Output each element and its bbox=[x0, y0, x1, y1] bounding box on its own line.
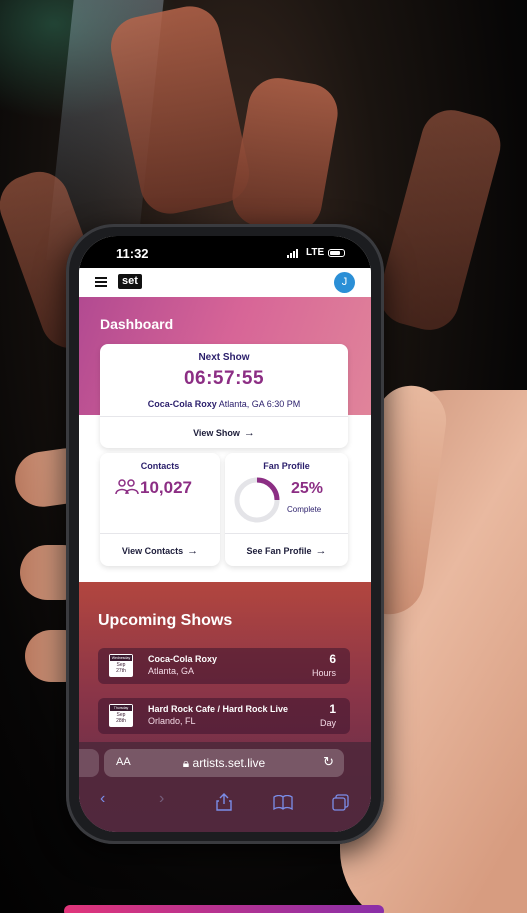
url-text: 🔒︎ artists.set.live bbox=[104, 756, 344, 771]
calendar-weekday: Wednesday bbox=[110, 655, 132, 661]
phone-screen: 11:32 LTE set J Dashboard Next Show 06:5… bbox=[79, 236, 371, 832]
address-bar[interactable]: AA 🔒︎ artists.set.live ↻ bbox=[104, 749, 344, 777]
status-time: 11:32 bbox=[116, 246, 149, 261]
calendar-date: Sep 28th bbox=[110, 712, 132, 724]
tabs-icon[interactable] bbox=[332, 794, 349, 811]
status-bar: 11:32 LTE bbox=[79, 236, 371, 268]
lock-icon: 🔒︎ bbox=[182, 756, 193, 770]
contacts-card: Contacts 10,027 View Contacts → bbox=[100, 453, 220, 566]
show-venue: Coca-Cola Roxy bbox=[148, 654, 218, 664]
divider bbox=[225, 533, 348, 534]
view-show-button[interactable]: View Show → bbox=[100, 427, 348, 439]
people-icon bbox=[115, 479, 139, 495]
avatar[interactable]: J bbox=[334, 272, 355, 293]
fan-profile-percent: 25% bbox=[291, 480, 324, 497]
calendar-date: Sep 27th bbox=[110, 662, 132, 674]
divider bbox=[100, 533, 220, 534]
show-city: Atlanta, GA bbox=[148, 666, 195, 676]
app-header: set J bbox=[79, 268, 371, 297]
next-show-card: Next Show 06:57:55 Coca-Cola Roxy Atlant… bbox=[100, 344, 348, 448]
bottom-accent-bar bbox=[64, 905, 384, 913]
show-countdown-unit: Hours bbox=[311, 668, 336, 678]
show-venue: Hard Rock Cafe / Hard Rock Live bbox=[148, 704, 289, 714]
divider bbox=[100, 416, 348, 417]
crowd-hand bbox=[372, 103, 508, 337]
fan-profile-status: Complete bbox=[287, 505, 322, 514]
battery-icon bbox=[328, 249, 345, 257]
view-show-label: View Show bbox=[193, 428, 240, 438]
reload-icon[interactable]: ↻ bbox=[323, 754, 334, 770]
show-countdown-value: 6 bbox=[329, 652, 336, 666]
share-icon[interactable] bbox=[216, 793, 232, 811]
show-countdown-value: 1 bbox=[329, 702, 336, 716]
next-show-venue: Coca-Cola Roxy bbox=[147, 399, 217, 409]
fan-profile-card: Fan Profile 25% Complete See Fan Profile… bbox=[225, 453, 348, 566]
show-countdown-unit: Day bbox=[319, 718, 336, 728]
next-show-label: Next Show bbox=[198, 352, 250, 363]
fan-profile-label: Fan Profile bbox=[263, 461, 310, 471]
calendar-icon: Thursday Sep 28th bbox=[109, 704, 133, 727]
page-title: Dashboard bbox=[100, 316, 174, 332]
bookmarks-icon[interactable] bbox=[273, 795, 293, 810]
view-contacts-button[interactable]: View Contacts → bbox=[100, 545, 220, 557]
upcoming-shows-title: Upcoming Shows bbox=[98, 612, 233, 629]
next-show-location-time: Atlanta, GA 6:30 PM bbox=[218, 399, 301, 409]
show-row[interactable]: Wednesday Sep 27th Coca-Cola Roxy Atlanta… bbox=[98, 648, 350, 684]
forward-icon[interactable]: › bbox=[159, 790, 164, 808]
back-icon[interactable]: ‹ bbox=[100, 790, 105, 808]
arrow-right-icon: → bbox=[187, 545, 199, 557]
show-city: Orlando, FL bbox=[148, 716, 196, 726]
see-fan-profile-label: See Fan Profile bbox=[246, 546, 312, 556]
network-label: LTE bbox=[306, 247, 325, 258]
calendar-day: 28th bbox=[116, 718, 126, 724]
url-value: artists.set.live bbox=[192, 756, 266, 770]
crowd-hand bbox=[227, 73, 343, 237]
arrow-right-icon: → bbox=[243, 427, 255, 439]
see-fan-profile-button[interactable]: See Fan Profile → bbox=[225, 545, 348, 557]
browser-toolbar: AA 🔒︎ artists.set.live ↻ ‹ › bbox=[79, 742, 371, 832]
contacts-count: 10,027 bbox=[140, 478, 192, 497]
previous-tab[interactable] bbox=[79, 749, 99, 777]
calendar-day: 27th bbox=[116, 668, 126, 674]
arrow-right-icon: → bbox=[315, 545, 327, 557]
calendar-icon: Wednesday Sep 27th bbox=[109, 654, 133, 677]
progress-ring bbox=[234, 477, 280, 523]
next-show-venue-line: Coca-Cola Roxy Atlanta, GA 6:30 PM bbox=[100, 399, 348, 409]
view-contacts-label: View Contacts bbox=[121, 546, 184, 556]
contacts-label: Contacts bbox=[140, 461, 180, 471]
countdown-timer: 06:57:55 bbox=[183, 368, 265, 389]
hamburger-icon[interactable] bbox=[95, 277, 107, 287]
show-row[interactable]: Thursday Sep 28th Hard Rock Cafe / Hard R… bbox=[98, 698, 350, 734]
dashboard-section: Dashboard Next Show 06:57:55 Coca-Cola R… bbox=[79, 297, 371, 582]
app-logo[interactable]: set bbox=[118, 274, 142, 289]
signal-icon bbox=[287, 249, 301, 258]
calendar-weekday: Thursday bbox=[110, 705, 132, 711]
